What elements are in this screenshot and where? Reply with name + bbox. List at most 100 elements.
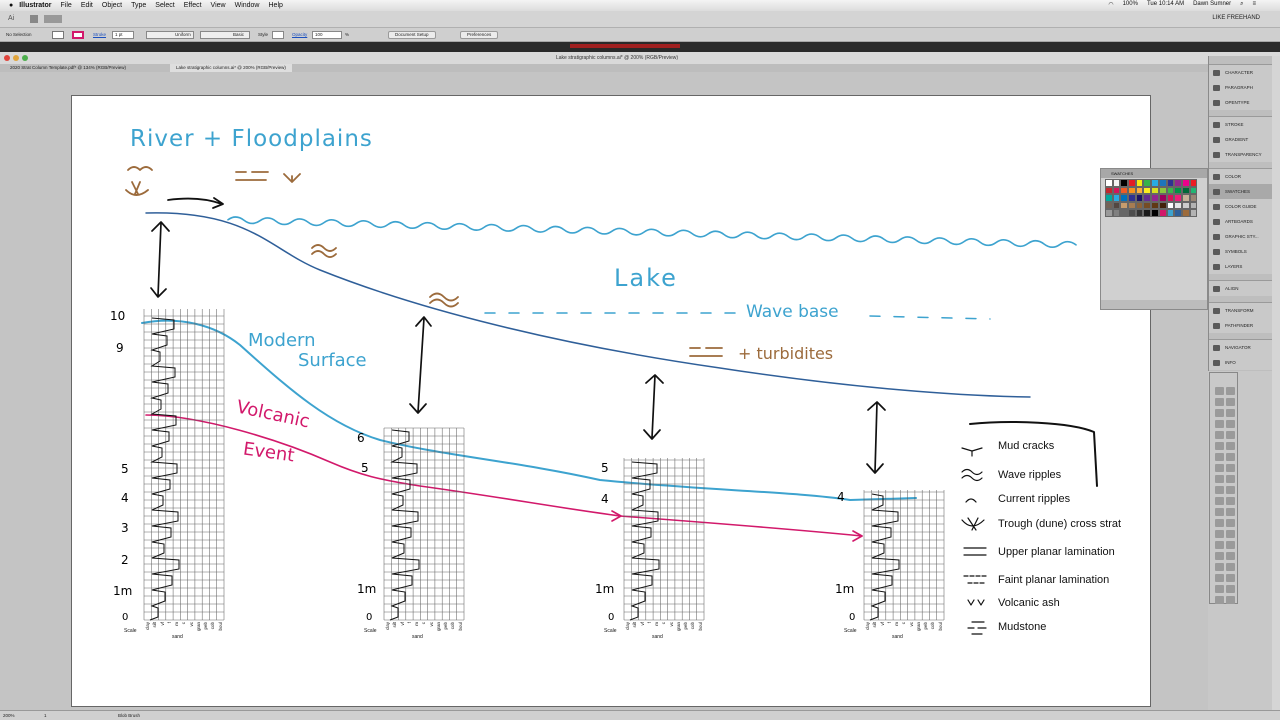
swatch[interactable]: [1105, 209, 1113, 217]
panel-character[interactable]: CHARACTER: [1209, 65, 1273, 80]
panel-info[interactable]: INFO: [1209, 355, 1273, 370]
swatch[interactable]: [1166, 209, 1175, 217]
tool-button[interactable]: [1215, 464, 1224, 472]
tool-button[interactable]: [1226, 585, 1235, 593]
menu-view[interactable]: View: [211, 2, 226, 9]
swatch[interactable]: [1181, 186, 1190, 194]
swatches-panel-title[interactable]: SWATCHES: [1101, 169, 1207, 178]
swatch[interactable]: [1151, 186, 1159, 194]
bridge-icon[interactable]: [30, 15, 38, 23]
swatch[interactable]: [1189, 194, 1198, 202]
tool-button[interactable]: [1215, 475, 1224, 483]
brush-definition[interactable]: Basic: [200, 31, 250, 39]
menu-file[interactable]: File: [61, 2, 72, 9]
swatch[interactable]: [1112, 201, 1121, 209]
panel-opentype[interactable]: OPENTYPE: [1209, 95, 1273, 110]
swatch[interactable]: [1128, 194, 1136, 202]
swatch[interactable]: [1181, 194, 1190, 202]
zoom-level[interactable]: 200%: [3, 713, 15, 718]
panel-navigator[interactable]: NAVIGATOR: [1209, 340, 1273, 355]
swatch[interactable]: [1120, 186, 1129, 194]
menu-type[interactable]: Type: [131, 2, 146, 9]
tool-button[interactable]: [1215, 552, 1224, 560]
panel-artboards[interactable]: ARTBOARDS: [1209, 214, 1273, 229]
swatches-panel[interactable]: SWATCHES: [1100, 168, 1208, 310]
swatch[interactable]: [1112, 179, 1121, 187]
tool-button[interactable]: [1215, 519, 1224, 527]
wifi-icon[interactable]: ◠: [1108, 1, 1113, 8]
panel-transform[interactable]: TRANSFORM: [1209, 303, 1273, 318]
tab-lake-columns[interactable]: Lake stratigraphic columns.ai* @ 200% (R…: [170, 64, 292, 72]
swatch[interactable]: [1143, 186, 1152, 194]
swatch[interactable]: [1105, 194, 1113, 202]
panel-color[interactable]: COLOR: [1209, 169, 1273, 184]
tool-button[interactable]: [1226, 508, 1235, 516]
tool-button[interactable]: [1226, 497, 1235, 505]
tool-button[interactable]: [1215, 387, 1224, 395]
search-icon[interactable]: ⌕: [1240, 1, 1243, 8]
swatch[interactable]: [1112, 194, 1121, 202]
tool-button[interactable]: [1215, 585, 1224, 593]
preferences-button[interactable]: Preferences: [460, 31, 499, 39]
menu-select[interactable]: Select: [155, 2, 174, 9]
minimize-window-icon[interactable]: [13, 55, 19, 61]
tool-button[interactable]: [1226, 552, 1235, 560]
swatch[interactable]: [1174, 186, 1182, 194]
menu-app-name[interactable]: Illustrator: [19, 2, 51, 9]
tool-button[interactable]: [1215, 409, 1224, 417]
swatch[interactable]: [1105, 186, 1113, 194]
panel-graphic-sty[interactable]: GRAPHIC STY...: [1209, 229, 1273, 244]
fill-swatch[interactable]: [52, 31, 64, 39]
zoom-window-icon[interactable]: [22, 55, 28, 61]
swatch[interactable]: [1181, 201, 1190, 209]
tool-button[interactable]: [1226, 453, 1235, 461]
user-name[interactable]: Dawn Sumner: [1193, 1, 1231, 8]
tool-button[interactable]: [1226, 464, 1235, 472]
tool-button[interactable]: [1226, 486, 1235, 494]
tool-button[interactable]: [1226, 574, 1235, 582]
tool-button[interactable]: [1226, 519, 1235, 527]
swatch[interactable]: [1135, 179, 1144, 187]
swatch[interactable]: [1143, 179, 1152, 187]
tool-button[interactable]: [1215, 530, 1224, 538]
panel-pathfinder[interactable]: PATHFINDER: [1209, 318, 1273, 333]
swatch[interactable]: [1151, 209, 1159, 217]
swatch[interactable]: [1189, 201, 1198, 209]
document-setup-button[interactable]: Document Setup: [388, 31, 436, 39]
swatch[interactable]: [1181, 179, 1190, 187]
swatch[interactable]: [1120, 194, 1129, 202]
swatch[interactable]: [1166, 186, 1175, 194]
tool-button[interactable]: [1226, 475, 1235, 483]
list-icon[interactable]: ≡: [1252, 1, 1256, 8]
tool-button[interactable]: [1226, 541, 1235, 549]
swatch[interactable]: [1158, 186, 1167, 194]
battery-percent[interactable]: 100%: [1123, 1, 1138, 8]
variable-width-profile[interactable]: Uniform: [146, 31, 194, 39]
swatch[interactable]: [1128, 186, 1136, 194]
panel-paragraph[interactable]: PARAGRAPH: [1209, 80, 1273, 95]
artboard-number[interactable]: 1: [44, 713, 47, 718]
opacity-field[interactable]: 100: [312, 31, 342, 39]
menu-help[interactable]: Help: [269, 2, 283, 9]
swatch[interactable]: [1135, 209, 1144, 217]
swatch[interactable]: [1166, 201, 1175, 209]
tool-button[interactable]: [1226, 442, 1235, 450]
swatch[interactable]: [1120, 179, 1129, 187]
swatch[interactable]: [1189, 186, 1198, 194]
tool-button[interactable]: [1226, 420, 1235, 428]
panel-align[interactable]: ALIGN: [1209, 281, 1273, 296]
tool-button[interactable]: [1226, 596, 1235, 604]
swatch[interactable]: [1112, 209, 1121, 217]
tool-button[interactable]: [1226, 398, 1235, 406]
tool-button[interactable]: [1215, 563, 1224, 571]
tool-button[interactable]: [1215, 398, 1224, 406]
tool-button[interactable]: [1215, 497, 1224, 505]
menu-effect[interactable]: Effect: [184, 2, 202, 9]
swatch[interactable]: [1189, 209, 1198, 217]
swatch[interactable]: [1120, 201, 1129, 209]
swatch[interactable]: [1158, 209, 1167, 217]
swatch[interactable]: [1158, 194, 1167, 202]
menu-edit[interactable]: Edit: [81, 2, 93, 9]
swatch[interactable]: [1128, 209, 1136, 217]
swatch[interactable]: [1135, 201, 1144, 209]
